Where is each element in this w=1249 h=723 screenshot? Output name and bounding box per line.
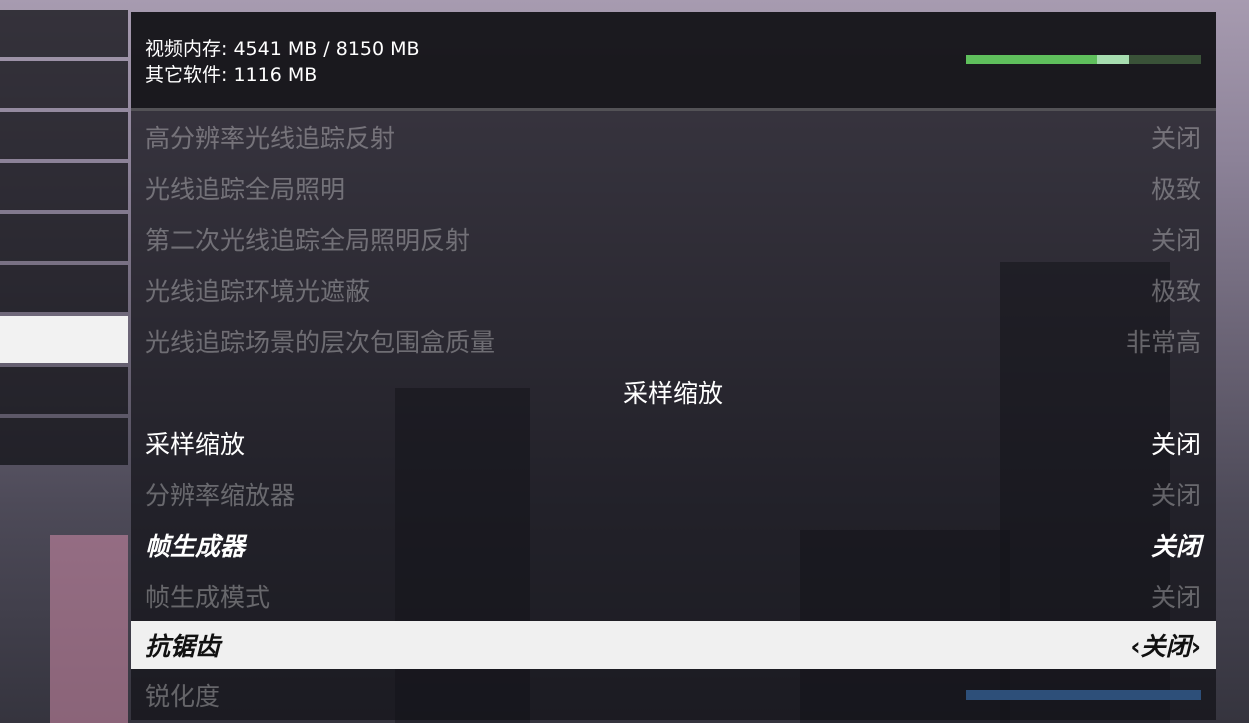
setting-value-text: 关闭: [1140, 632, 1191, 661]
chevron-left-icon[interactable]: ‹: [1130, 632, 1140, 661]
video-memory-label: 视频内存: 4541 MB / 8150 MB: [145, 38, 420, 60]
graphics-settings-list: 高分辨率光线追踪反射 关闭 光线追踪全局照明 极致 第二次光线追踪全局照明反射 关闭 光线追…: [131, 111, 1216, 720]
setting-row[interactable]: 第二次光线追踪全局照明反射 关闭: [131, 213, 1216, 264]
section-title: 采样缩放: [622, 378, 723, 408]
setting-label: 分辨率缩放器: [145, 480, 296, 510]
other-software-label: 其它软件: 1116 MB: [145, 64, 318, 86]
category-item[interactable]: [0, 163, 128, 210]
setting-label: 光线追踪环境光遮蔽: [145, 276, 371, 306]
category-item[interactable]: [0, 265, 128, 312]
sharpness-slider[interactable]: [966, 689, 1201, 700]
setting-value: 关闭: [1150, 531, 1201, 561]
memory-usage-bar: [966, 55, 1201, 64]
category-item[interactable]: [0, 418, 128, 465]
setting-label: 帧生成模式: [145, 582, 271, 612]
setting-row[interactable]: 采样缩放 关闭: [131, 417, 1216, 468]
category-item[interactable]: [0, 61, 128, 108]
setting-row[interactable]: 帧生成模式 关闭: [131, 570, 1216, 621]
video-memory-panel: 视频内存: 4541 MB / 8150 MB 其它软件: 1116 MB: [131, 12, 1216, 111]
setting-value: 非常高: [1125, 327, 1201, 357]
background-building: [50, 535, 128, 723]
setting-value: 极致: [1150, 276, 1201, 306]
memory-text: 视频内存: 4541 MB / 8150 MB 其它软件: 1116 MB: [145, 36, 420, 88]
setting-value: 关闭: [1150, 480, 1201, 510]
setting-row[interactable]: 光线追踪场景的层次包围盒质量 非常高: [131, 315, 1216, 366]
setting-value: 极致: [1150, 174, 1201, 204]
setting-value: 关闭: [1150, 582, 1201, 612]
memory-other-fill: [1096, 55, 1130, 64]
setting-label: 光线追踪场景的层次包围盒质量: [145, 327, 496, 357]
setting-value: 关闭: [1150, 123, 1201, 153]
category-sidebar: [0, 10, 128, 469]
category-item[interactable]: [0, 10, 128, 57]
category-item[interactable]: [0, 214, 128, 261]
setting-row[interactable]: 分辨率缩放器 关闭: [131, 468, 1216, 519]
section-header: 采样缩放: [131, 366, 1216, 417]
category-item[interactable]: [0, 112, 128, 159]
setting-row[interactable]: 锐化度: [131, 669, 1216, 720]
setting-row[interactable]: 光线追踪环境光遮蔽 极致: [131, 264, 1216, 315]
setting-label: 锐化度: [145, 681, 221, 711]
category-item-active[interactable]: [0, 316, 128, 363]
setting-label: 抗锯齿: [145, 632, 221, 661]
setting-value: ‹关闭›: [1130, 627, 1201, 663]
setting-value: 关闭: [1150, 429, 1201, 459]
setting-value: 关闭: [1150, 225, 1201, 255]
setting-row[interactable]: 高分辨率光线追踪反射 关闭: [131, 111, 1216, 162]
setting-label: 第二次光线追踪全局照明反射: [145, 225, 471, 255]
setting-label: 光线追踪全局照明: [145, 174, 346, 204]
setting-label: 帧生成器: [145, 531, 246, 561]
setting-label: 高分辨率光线追踪反射: [145, 123, 396, 153]
setting-row[interactable]: 光线追踪全局照明 极致: [131, 162, 1216, 213]
setting-row[interactable]: 帧生成器 关闭: [131, 519, 1216, 570]
memory-used-fill: [966, 55, 1097, 64]
category-item[interactable]: [0, 367, 128, 414]
setting-label: 采样缩放: [145, 429, 246, 459]
chevron-right-icon[interactable]: ›: [1191, 632, 1201, 661]
setting-row-selected[interactable]: 抗锯齿 ‹关闭›: [131, 621, 1216, 669]
